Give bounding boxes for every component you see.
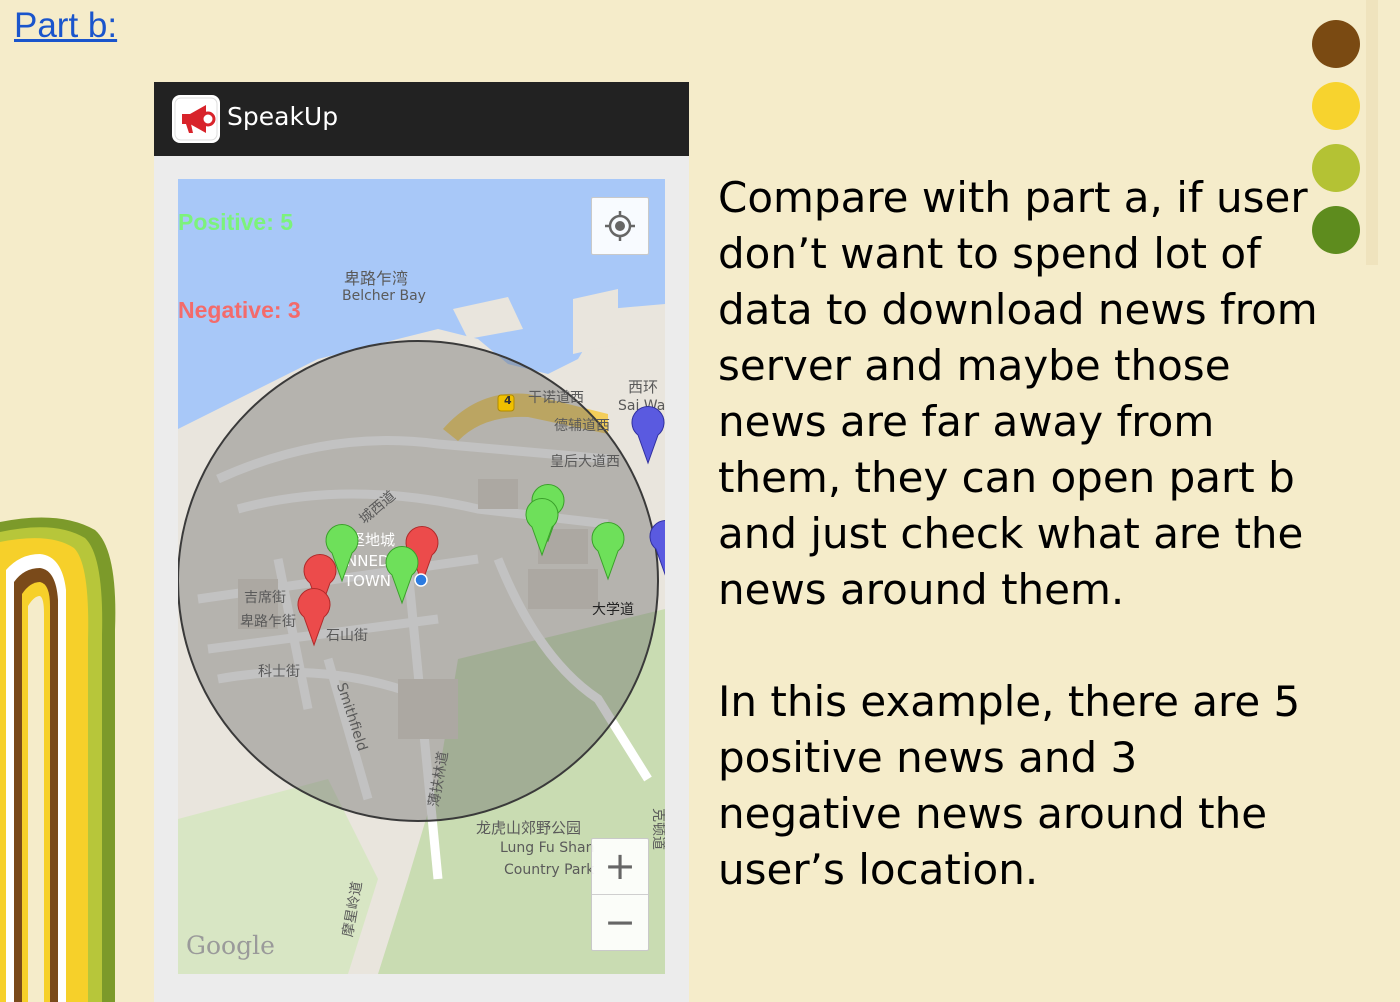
megaphone-icon <box>172 95 220 143</box>
positive-count-label: Positive: 5 <box>178 209 294 235</box>
outside-news-pin[interactable] <box>648 515 665 579</box>
map-label: Country Park <box>504 862 595 878</box>
map-label: 西环 <box>628 378 659 396</box>
map-label: 干诺道西 <box>528 390 584 406</box>
positive-news-pin[interactable] <box>524 493 560 557</box>
my-location-button[interactable] <box>591 197 649 255</box>
map-label: 卑路乍街 <box>240 614 296 630</box>
description: Compare with part a, if user don’t want … <box>718 170 1318 898</box>
map-label: 大学道 <box>592 602 634 618</box>
map-label: 卑路乍湾 <box>344 269 409 288</box>
crosshair-icon <box>605 211 635 241</box>
zoom-in-button[interactable]: + <box>592 839 648 895</box>
app-title: SpeakUp <box>227 102 339 131</box>
map-label: Lung Fu Shan <box>500 840 595 856</box>
route-number: 4 <box>504 394 512 407</box>
zoom-controls: + − <box>591 838 649 951</box>
outside-news-pin[interactable] <box>630 401 665 465</box>
map-label: 吉席街 <box>244 590 286 606</box>
map-label: 皇后大道西 <box>550 454 620 470</box>
map-label: Belcher Bay <box>342 288 426 304</box>
positive-news-pin[interactable] <box>590 517 626 581</box>
negative-count-label: Negative: 3 <box>178 297 301 323</box>
part-b-link[interactable]: Part b: <box>14 6 117 46</box>
map-label: 德辅道西 <box>554 418 610 434</box>
map-label: 科士街 <box>258 664 300 680</box>
zoom-out-button[interactable]: − <box>592 895 648 950</box>
decorative-stripes-left <box>0 517 116 1002</box>
map-label: 龙虎山郊野公园 <box>476 819 582 837</box>
user-location-dot <box>414 573 428 587</box>
negative-news-pin[interactable] <box>296 583 332 647</box>
description-paragraph: In this example, there are 5 positive ne… <box>718 677 1301 894</box>
action-bar: SpeakUp <box>154 82 689 156</box>
map-label: 克顿道 <box>650 808 665 850</box>
map-label: 石山街 <box>326 628 368 644</box>
google-attribution: Google <box>186 931 275 960</box>
phone-screenshot: SpeakUp 卑路乍湾 Belcher Bay 4 干诺道西 西环 Sai W… <box>154 82 689 1002</box>
description-paragraph: Compare with part a, if user don’t want … <box>718 173 1318 614</box>
map-view[interactable]: 卑路乍湾 Belcher Bay 4 干诺道西 西环 Sai Wa 德辅道西 皇… <box>178 179 665 974</box>
